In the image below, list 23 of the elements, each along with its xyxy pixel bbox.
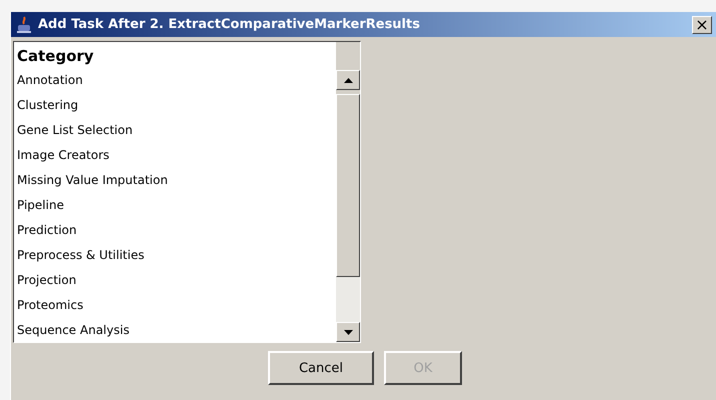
list-item[interactable]: Gene List Selection — [17, 118, 336, 143]
scroll-down-button[interactable] — [336, 322, 360, 342]
list-item[interactable]: Projection — [17, 268, 336, 293]
list-item[interactable]: Image Creators — [17, 143, 336, 168]
list-item[interactable]: Annotation — [17, 68, 336, 93]
cancel-button[interactable]: Cancel — [268, 351, 374, 385]
up-arrow-icon — [344, 78, 352, 82]
list-item[interactable]: Clustering — [17, 93, 336, 118]
window-title: Add Task After 2. ExtractComparativeMarkerResults — [38, 17, 421, 32]
scroll-thumb[interactable] — [336, 94, 360, 277]
list-header: Category — [17, 46, 95, 67]
app-icon — [15, 16, 33, 34]
close-button[interactable]: × — [692, 16, 712, 34]
list-item[interactable]: Pipeline — [17, 193, 336, 218]
list-item[interactable]: Preprocess & Utilities — [17, 243, 336, 268]
scrollbar[interactable] — [336, 42, 360, 342]
down-arrow-icon — [344, 330, 352, 334]
scroll-up-button[interactable] — [336, 70, 360, 90]
list-item[interactable]: Sequence Analysis — [17, 318, 336, 342]
list-item[interactable]: Missing Value Imputation — [17, 168, 336, 193]
list-item[interactable]: Prediction — [17, 218, 336, 243]
list-item[interactable]: Proteomics — [17, 293, 336, 318]
category-list[interactable]: Category Annotation Clustering Gene List Selection Image Creators Missing Value Imputation Pipeline Prediction Preprocess & Utilities Projection Proteomics Sequence Analysis — [13, 41, 361, 343]
